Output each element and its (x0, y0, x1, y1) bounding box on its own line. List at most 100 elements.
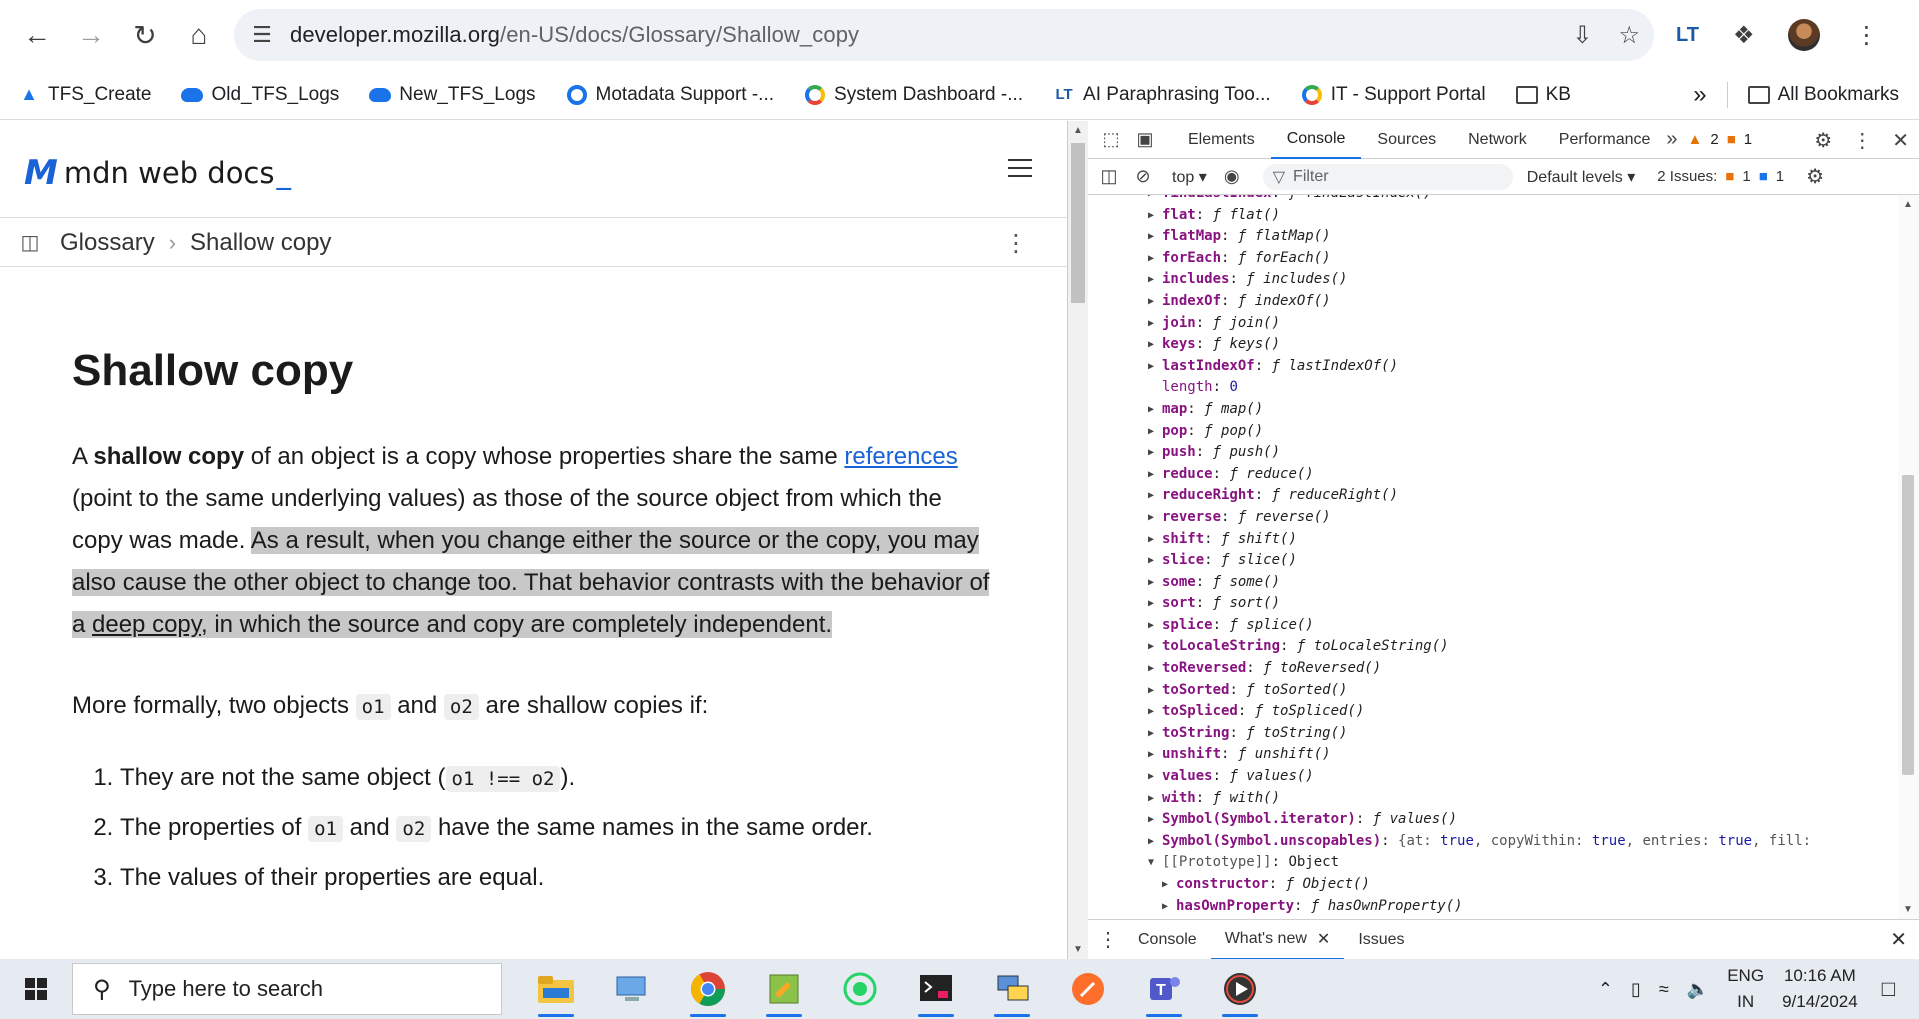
languagetool-extension-icon[interactable]: LT (1676, 24, 1699, 47)
clear-console-icon[interactable]: ⊘ (1126, 166, 1160, 187)
more-bookmarks-icon[interactable]: » (1693, 81, 1706, 109)
bookmark-system-dashboard[interactable]: System Dashboard -... (804, 84, 1023, 106)
expand-right-icon[interactable]: ▶ (1148, 442, 1160, 464)
forward-icon[interactable]: → (64, 8, 118, 62)
teams-icon[interactable]: T (1126, 959, 1202, 1019)
filter-input[interactable]: ▽ Filter (1262, 163, 1513, 190)
taskbar-search[interactable]: ⚲ Type here to search (72, 963, 502, 1015)
scroll-up-icon[interactable]: ▲ (1903, 199, 1913, 210)
drawer-tab-whats-new[interactable]: What's new ✕ (1210, 920, 1345, 960)
console-row[interactable]: ▶ keys: ƒ keys() (1088, 334, 1898, 356)
console-row[interactable]: ▶ flatMap: ƒ flatMap() (1088, 226, 1898, 248)
expand-right-icon[interactable]: ▶ (1148, 766, 1160, 788)
scrollbar-thumb[interactable] (1902, 475, 1914, 775)
context-selector[interactable]: top ▾ (1172, 167, 1207, 187)
wifi-icon[interactable]: ≈ (1659, 979, 1669, 1000)
install-app-icon[interactable]: ⇩ (1572, 21, 1592, 50)
console-row[interactable]: ▶ some: ƒ some() (1088, 572, 1898, 594)
expand-right-icon[interactable]: ▶ (1148, 788, 1160, 810)
close-drawer-icon[interactable]: ✕ (1890, 927, 1907, 952)
device-toolbar-icon[interactable]: ▣ (1128, 129, 1162, 150)
language-indicator[interactable]: ENG IN (1727, 963, 1764, 1015)
breadcrumb-current[interactable]: Shallow copy (190, 229, 331, 257)
expand-down-icon[interactable]: ▼ (1148, 852, 1160, 874)
more-options-icon[interactable]: ⋮ (1004, 229, 1028, 258)
console-output[interactable]: ▶findLastIndex: ƒ findLastIndex()▶flat: … (1088, 195, 1898, 919)
bookmark-ai-paraphrasing[interactable]: LT AI Paraphrasing Too... (1053, 84, 1270, 106)
sidebar-toggle-icon[interactable]: ◫ (0, 230, 60, 255)
sidebar-toggle-icon[interactable]: ◫ (1092, 166, 1126, 187)
expand-right-icon[interactable]: ▶ (1148, 636, 1160, 658)
console-row[interactable]: ▶ sort: ƒ sort() (1088, 593, 1898, 615)
console-row[interactable]: ▶ join: ƒ join() (1088, 313, 1898, 335)
expand-right-icon[interactable]: ▶ (1148, 615, 1160, 637)
extensions-icon[interactable]: ❖ (1733, 21, 1755, 50)
expand-right-icon[interactable]: ▶ (1148, 313, 1160, 335)
expand-right-icon[interactable]: ▶ (1148, 507, 1160, 529)
console-row[interactable]: ▶findLastIndex: ƒ findLastIndex() (1088, 195, 1898, 205)
file-explorer-icon[interactable] (518, 959, 594, 1019)
console-row[interactable]: ▶ toSorted: ƒ toSorted() (1088, 680, 1898, 702)
console-row[interactable]: ▶ reverse: ƒ reverse() (1088, 507, 1898, 529)
console-row[interactable]: ▶ toSpliced: ƒ toSpliced() (1088, 701, 1898, 723)
expand-right-icon[interactable]: ▶ (1148, 421, 1160, 443)
expand-right-icon[interactable]: ▶ (1162, 874, 1174, 896)
inspect-element-icon[interactable]: ⬚ (1094, 129, 1128, 150)
bookmark-motadata[interactable]: Motadata Support -... (566, 84, 774, 106)
chevron-up-icon[interactable]: ⌃ (1598, 979, 1613, 1000)
bookmark-old-tfs-logs[interactable]: Old_TFS_Logs (181, 84, 339, 106)
console-row[interactable]: ▶ Symbol(Symbol.unscopables): {at: true, … (1088, 831, 1898, 853)
chrome-menu-icon[interactable]: ⋮ (1854, 21, 1878, 50)
scroll-down-icon[interactable]: ▼ (1073, 944, 1083, 955)
expand-right-icon[interactable]: ▶ (1148, 269, 1160, 291)
console-row[interactable]: ▶ constructor: ƒ Object() (1088, 874, 1898, 896)
expand-right-icon[interactable]: ▶ (1148, 680, 1160, 702)
console-row[interactable]: ▶ toReversed: ƒ toReversed() (1088, 658, 1898, 680)
devtools-menu-icon[interactable]: ⋮ (1852, 128, 1872, 153)
console-row[interactable]: ▶ forEach: ƒ forEach() (1088, 248, 1898, 270)
tab-network[interactable]: Network (1452, 121, 1543, 159)
console-row[interactable]: ▶ pop: ƒ pop() (1088, 421, 1898, 443)
expand-right-icon[interactable]: ▶ (1148, 809, 1160, 831)
reload-icon[interactable]: ↻ (118, 8, 172, 62)
console-scrollbar[interactable]: ▲ ▼ (1898, 195, 1919, 919)
tab-elements[interactable]: Elements (1172, 121, 1271, 159)
tab-sources[interactable]: Sources (1361, 121, 1452, 159)
drawer-menu-icon[interactable]: ⋮ (1098, 927, 1118, 952)
expand-right-icon[interactable]: ▶ (1148, 529, 1160, 551)
expand-right-icon[interactable]: ▶ (1148, 658, 1160, 680)
console-row[interactable]: ▶ values: ƒ values() (1088, 766, 1898, 788)
breadcrumb-glossary[interactable]: Glossary (60, 229, 155, 257)
drawer-tab-issues[interactable]: Issues (1344, 920, 1418, 960)
console-row[interactable]: ▶ toLocaleString: ƒ toLocaleString() (1088, 636, 1898, 658)
site-settings-icon[interactable]: ☰ (234, 22, 290, 48)
console-row[interactable]: ▼ [[Prototype]]: Object (1088, 852, 1898, 874)
expand-right-icon[interactable]: ▶ (1162, 896, 1174, 918)
console-row[interactable]: ▶ toString: ƒ toString() (1088, 723, 1898, 745)
bookmark-tfs-create[interactable]: ▲ TFS_Create (18, 84, 151, 106)
console-row[interactable]: ▶ slice: ƒ slice() (1088, 550, 1898, 572)
console-row[interactable]: ▶ Symbol(Symbol.iterator): ƒ values() (1088, 809, 1898, 831)
expand-right-icon[interactable]: ▶ (1148, 205, 1160, 227)
log-levels-dropdown[interactable]: Default levels ▾ (1527, 167, 1636, 187)
whatsapp-icon[interactable] (822, 959, 898, 1019)
terminal-icon[interactable] (898, 959, 974, 1019)
expand-right-icon[interactable]: ▶ (1148, 572, 1160, 594)
remote-desktop-icon[interactable] (974, 959, 1050, 1019)
notepad-icon[interactable] (746, 959, 822, 1019)
expand-right-icon[interactable]: ▶ (1148, 334, 1160, 356)
issues-counter[interactable]: 2 Issues: ■ 1 ■ 1 (1657, 168, 1784, 185)
page-scrollbar[interactable]: ▲ ▼ (1068, 121, 1088, 959)
drawer-tab-console[interactable]: Console (1124, 920, 1211, 960)
expand-right-icon[interactable]: ▶ (1148, 831, 1160, 853)
expand-right-icon[interactable]: ▶ (1148, 744, 1160, 766)
console-row[interactable]: ▶ with: ƒ with() (1088, 788, 1898, 810)
console-row[interactable]: ▶ reduce: ƒ reduce() (1088, 464, 1898, 486)
close-icon[interactable]: ✕ (1892, 128, 1909, 153)
console-row[interactable]: ▶ includes: ƒ includes() (1088, 269, 1898, 291)
avatar[interactable] (1788, 19, 1821, 51)
battery-icon[interactable]: ▯ (1631, 979, 1641, 1000)
deep-copy-link[interactable]: deep copy (92, 611, 201, 638)
expand-right-icon[interactable]: ▶ (1148, 291, 1160, 313)
console-row[interactable]: ▶ hasOwnProperty: ƒ hasOwnProperty() (1088, 896, 1898, 918)
